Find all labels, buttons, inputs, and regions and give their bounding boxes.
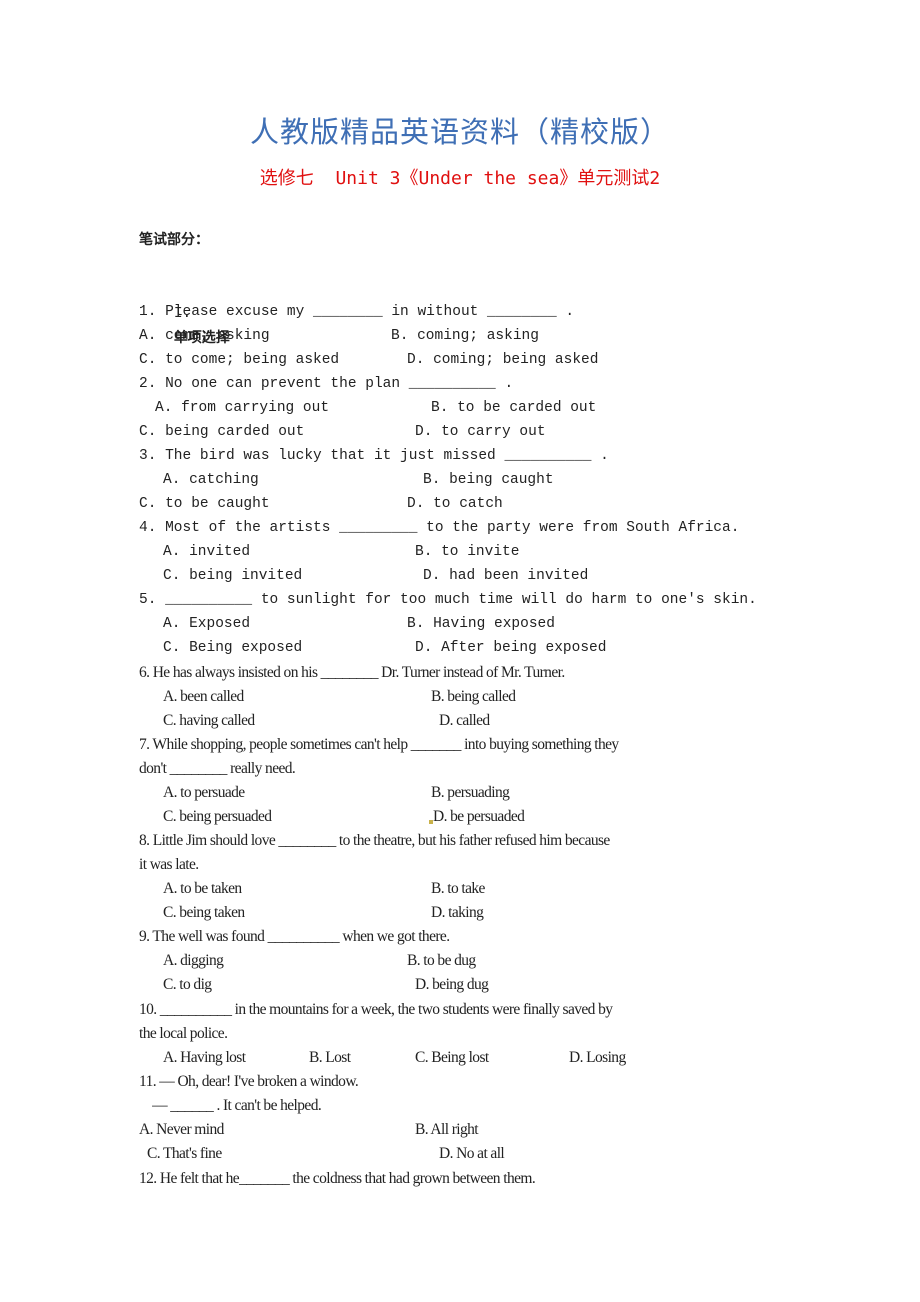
question-1-option-c: C. to come; being asked [139,352,340,368]
question-8-option-d: D. taking [431,904,484,921]
question-11-option-d: D. No at all [439,1145,505,1162]
document-page: 人教版精品英语资料（精校版） 选修七 Unit 3《Under the sea》… [0,0,920,1302]
question-11-option-c: C. That's fine [147,1145,222,1162]
question-11-option-a: A. Never mind [139,1121,224,1138]
question-1-option-a: A. come; asking [139,328,270,344]
question-7-stem-line-1: 7. While shopping, people sometimes can'… [139,736,619,753]
question-2-option-d: D. to carry out [415,424,546,440]
question-5-stem: 5. __________ to sunlight for too much t… [139,592,757,608]
question-10-option-d: D. Losing [569,1049,626,1066]
question-3-option-b: B. being caught [423,472,554,488]
question-7-option-b: B. persuading [431,784,510,801]
question-9-option-d: D. being dug [415,976,489,993]
question-8-option-c: C. being taken [163,904,245,921]
question-4-option-b: B. to invite [415,544,520,560]
question-4-option-d: D. had been invited [423,568,589,584]
question-3-option-d: D. to catch [407,496,503,512]
question-2-option-b: B. to be carded out [431,400,597,416]
question-6-option-c: C. having called [163,712,255,729]
question-4-option-a: A. invited [163,544,251,560]
question-10-option-c: C. Being lost [415,1049,489,1066]
question-6-option-d: D. called [439,712,490,729]
question-9-option-b: B. to be dug [407,952,476,969]
question-5-option-d: D. After being exposed [415,640,607,656]
question-9-option-c: C. to dig [163,976,212,993]
question-11-stem-line-2: — ______ . It can't be helped. [139,1097,322,1114]
question-9-stem: 9. The well was found __________ when we… [139,928,450,945]
question-10-stem-line-2: the local police. [139,1025,228,1042]
question-6-stem: 6. He has always insisted on his _______… [139,664,565,681]
question-5-option-b: B. Having exposed [407,616,555,632]
question-6-option-a: A. been called [163,688,244,705]
document-subtitle: 选修七 Unit 3《Under the sea》单元测试2 [259,168,661,189]
question-2-option-c: C. being carded out [139,424,305,440]
question-1-stem: 1. Please excuse my ________ in without … [139,304,575,320]
question-5-option-c: C. Being exposed [163,640,303,656]
question-7-option-a: A. to persuade [163,784,245,801]
question-12-stem: 12. He felt that he_______ the coldness … [139,1170,536,1187]
question-2-stem: 2. No one can prevent the plan _________… [139,376,514,392]
question-8-option-b: B. to take [431,880,485,897]
question-10-option-a: A. Having lost [163,1049,246,1066]
question-9-option-a: A. digging [163,952,224,969]
question-4-stem: 4. Most of the artists _________ to the … [139,520,740,536]
question-10-option-b: B. Lost [309,1049,351,1066]
question-8-stem-line-1: 8. Little Jim should love ________ to th… [139,832,610,849]
question-6-option-b: B. being called [431,688,516,705]
question-8-stem-line-2: it was late. [139,856,199,873]
section-label: 笔试部分： [139,232,209,248]
question-7-option-d: D. be persuaded [433,808,525,825]
question-3-stem: 3. The bird was lucky that it just misse… [139,448,609,464]
question-4-option-c: C. being invited [163,568,303,584]
question-7-option-c: C. being persuaded [163,808,272,825]
question-10-stem-line-1: 10. __________ in the mountains for a we… [139,1001,613,1018]
question-7-stem-line-2: don't ________ really need. [139,760,296,777]
question-2-option-a: A. from carrying out [155,400,330,416]
question-3-option-c: C. to be caught [139,496,270,512]
question-11-stem-line-1: 11. — Oh, dear! I've broken a window. [139,1073,359,1090]
question-3-option-a: A. catching [163,472,259,488]
question-1-option-b: B. coming; asking [391,328,539,344]
document-title: 人教版精品英语资料（精校版） [249,115,670,149]
question-5-option-a: A. Exposed [163,616,251,632]
question-1-option-d: D. coming; being asked [407,352,599,368]
question-8-option-a: A. to be taken [163,880,242,897]
question-11-option-b: B. All right [415,1121,479,1138]
